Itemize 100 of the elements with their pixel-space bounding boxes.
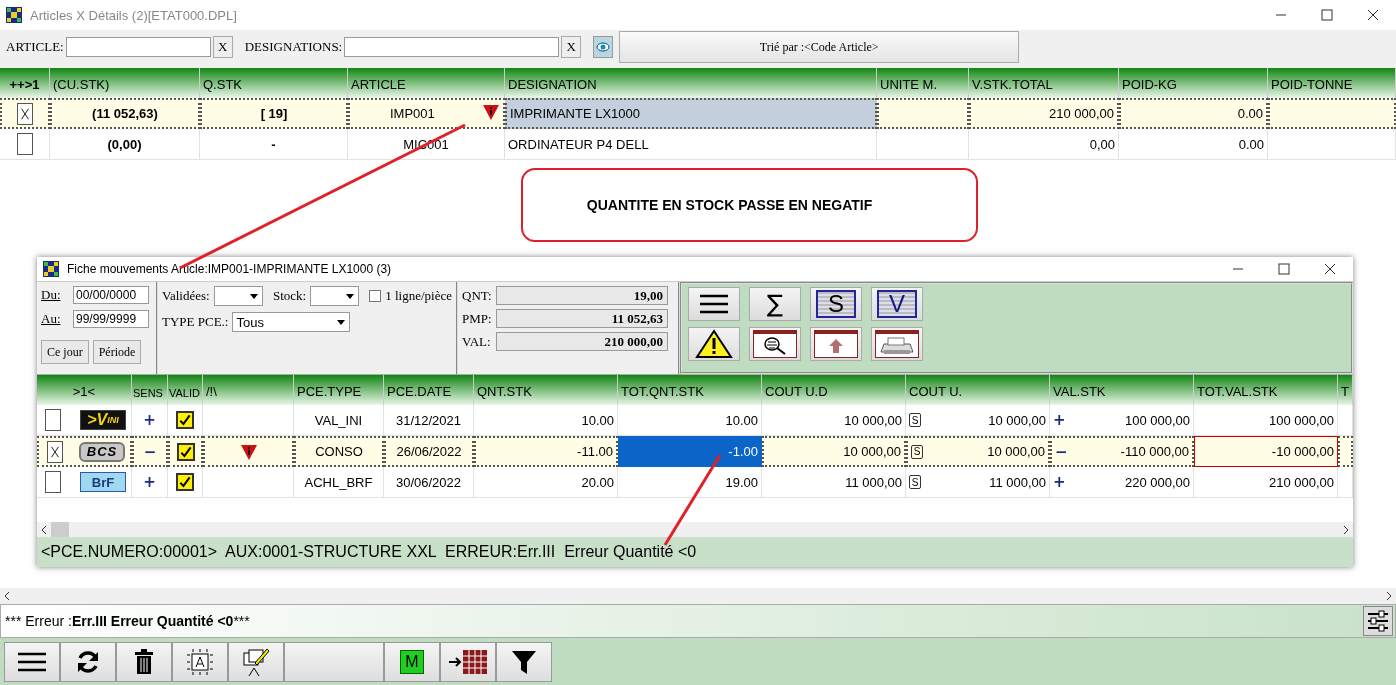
column-header[interactable]: (CU.STK) [50, 68, 200, 98]
date-button[interactable]: Ce jour [41, 340, 89, 364]
text-frame-button[interactable] [172, 641, 228, 682]
validated-checkbox[interactable] [176, 411, 194, 429]
field-label: ARTICLE: [6, 39, 64, 55]
date-label: Du: [41, 287, 62, 303]
filter-label: TYPE PCE.: [162, 314, 229, 330]
row-checkbox[interactable] [47, 440, 63, 463]
doc-letter-button[interactable]: S [810, 287, 862, 321]
table-cell: 10 000,00 [762, 436, 906, 467]
table-cell: [ 19] [200, 98, 348, 129]
trash-button[interactable] [116, 641, 172, 682]
column-header[interactable]: Q.STK [200, 68, 348, 98]
column-header[interactable]: UNITE M. [877, 68, 969, 98]
settings-button[interactable] [1363, 606, 1393, 636]
stock-dropdown[interactable] [310, 286, 360, 306]
annotation-callout: QUANTITE EN STOCK PASSE EN NEGATIF [521, 168, 978, 242]
lettered-document-icon: V [877, 290, 917, 318]
cell-text: 10 000,00 [988, 412, 1046, 428]
column-header[interactable]: PCE.DATE [384, 375, 474, 405]
edit-icon [241, 646, 271, 677]
column-header[interactable]: V.STK.TOTAL [969, 68, 1119, 98]
warning-button[interactable] [688, 327, 740, 361]
magnifier-button[interactable] [749, 327, 801, 361]
table-cell: 0.00 [1119, 98, 1268, 129]
table-cell: 26/06/2022 [384, 436, 474, 467]
printer-button[interactable] [871, 327, 923, 361]
validated-checkbox[interactable] [176, 473, 194, 491]
column-header[interactable]: T [1338, 375, 1353, 405]
menu-icon [17, 650, 47, 673]
empty-cell [1338, 436, 1353, 467]
refresh-button[interactable] [60, 641, 116, 682]
clear-button[interactable]: X [212, 36, 233, 58]
column-header[interactable]: VALID [168, 375, 203, 405]
date-button[interactable]: Période [92, 340, 142, 364]
sign-icon: − [143, 442, 157, 461]
row-checkbox[interactable] [45, 471, 61, 493]
filter-label: Validées: [162, 288, 210, 304]
menu-button[interactable] [4, 641, 60, 682]
sign-icon: − [1055, 442, 1068, 461]
table-cell: 0,00 [969, 129, 1119, 160]
total-field: 11 052,63 [496, 309, 668, 328]
s-tag: S [909, 413, 921, 427]
search-field[interactable] [344, 37, 560, 57]
clear-button[interactable]: X [561, 36, 582, 58]
date-field[interactable]: 00/00/0000 [73, 286, 149, 304]
table-cell: ACHL_BRF [294, 467, 384, 498]
sort-button[interactable]: Trié par :<Code Article> [619, 31, 1020, 63]
table-cell: -10 000,00 [1194, 436, 1338, 467]
cell-text: 100 000,00 [1124, 412, 1190, 428]
eye-button[interactable] [593, 36, 614, 58]
column-header[interactable]: ARTICLE [348, 68, 505, 98]
type-dropdown[interactable]: Tous [232, 312, 351, 332]
m-letter-icon: M [400, 649, 424, 674]
column-header[interactable]: POID-KG [1119, 68, 1268, 98]
date-label: Au: [41, 311, 62, 327]
table-cell: IMPRIMANTE LX1000 [505, 98, 877, 129]
window-title: Articles X Détails (2)[ETAT000.DPL] [30, 7, 238, 23]
checkbox[interactable] [369, 290, 382, 302]
column-header[interactable]: /!\ [203, 375, 294, 405]
column-header[interactable]: ++>1 [0, 68, 50, 98]
table-cell: -11.00 [474, 436, 618, 467]
doc-letter-button[interactable]: V [871, 287, 923, 321]
column-header[interactable]: QNT.STK [474, 375, 618, 405]
sign-icon: + [143, 473, 156, 491]
column-header[interactable]: COUT U. [906, 375, 1050, 405]
table-row[interactable]: BCS − CONSO 26/06/2022 -11.00 -1.00 10 000,00 S 10 000,00 − -110 000,00 -10 000,00 [37, 436, 1353, 467]
m-button[interactable]: M [384, 641, 440, 682]
row-checkbox[interactable] [17, 102, 33, 125]
table-cell: 0.00 [1119, 129, 1268, 160]
edit-button[interactable] [228, 641, 284, 682]
column-header[interactable]: VAL.STK [1050, 375, 1194, 405]
column-header[interactable]: TOT.QNT.STK [618, 375, 762, 405]
magnifier-icon [753, 330, 797, 358]
menu-button[interactable] [688, 287, 740, 321]
table-row[interactable]: BrF + ACHL_BRF 30/06/2022 20.00 19.00 11 000,00 S 11 000,00 + 220 000,00 210 000,00 [37, 467, 1353, 498]
column-header[interactable]: TOT.VAL.STK [1194, 375, 1338, 405]
row-checkbox[interactable] [45, 409, 61, 431]
table-cell: (11 052,63) [50, 98, 200, 129]
scrollbar-thumb[interactable] [51, 522, 69, 537]
up-arrow-button[interactable] [810, 327, 862, 361]
table-cell: 20.00 [474, 467, 618, 498]
column-header[interactable]: POID-TONNE [1268, 68, 1396, 98]
sigma-button[interactable]: ∑ [749, 287, 801, 321]
row-checkbox[interactable] [16, 133, 33, 155]
filter-icon [511, 648, 537, 675]
validated-dropdown[interactable] [213, 286, 263, 306]
date-field[interactable]: 99/99/9999 [73, 310, 149, 328]
validated-checkbox[interactable] [176, 442, 195, 461]
column-header[interactable]: SENS [132, 375, 168, 405]
total-field: 19,00 [496, 286, 668, 305]
table-cell: 19.00 [618, 467, 762, 498]
table-row[interactable]: (11 052,63) [ 19] IMP001 IMPRIMANTE LX1000 210 000,00 0.00 [0, 98, 1396, 129]
column-header[interactable]: COUT U.D [762, 375, 906, 405]
search-field[interactable] [65, 37, 211, 57]
column-header[interactable]: PCE.TYPE [294, 375, 384, 405]
filter-button[interactable] [496, 641, 552, 682]
column-header[interactable]: DESIGNATION [505, 68, 877, 98]
grid-arrow-button[interactable] [440, 641, 496, 682]
column-header[interactable]: >1< [37, 375, 132, 405]
